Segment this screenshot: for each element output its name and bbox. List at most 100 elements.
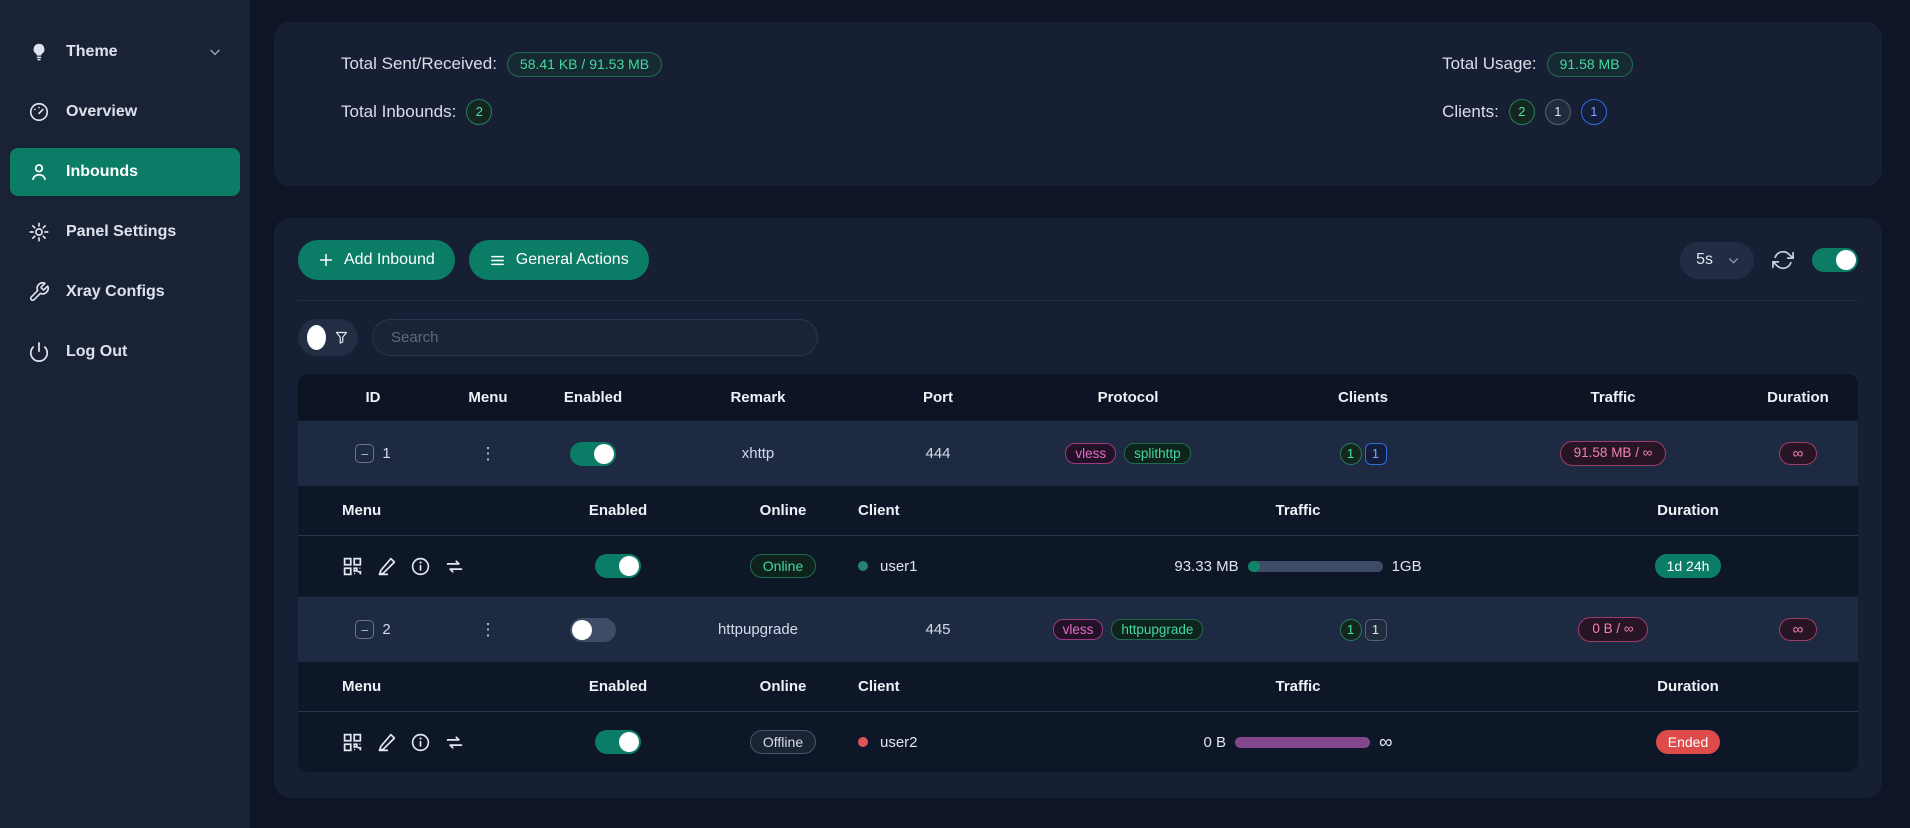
funnel-icon <box>334 330 349 345</box>
traffic-used: 0 B <box>1203 734 1226 751</box>
filter-toggle[interactable] <box>298 319 358 356</box>
search-row <box>298 319 1858 356</box>
inbound-traffic-badge: 91.58 MB / ∞ <box>1560 441 1667 466</box>
client-row-user2: Offline user2 0 B ∞ Ended <box>298 712 1858 772</box>
clients-badge-gray: 1 <box>1545 99 1571 125</box>
inbound-row-2[interactable]: − 2 ⋮ httpupgrade 445 vless httpupgrade … <box>298 596 1858 662</box>
transport-tag: splithttp <box>1124 443 1191 464</box>
online-status-badge: Online <box>750 554 816 578</box>
edit-icon[interactable] <box>376 732 397 753</box>
general-actions-button[interactable]: General Actions <box>469 240 649 280</box>
subheader-enabled: Enabled <box>518 502 718 519</box>
client-subtable-header-2: Menu Enabled Online Client Traffic Durat… <box>298 662 1858 712</box>
search-input[interactable] <box>372 319 818 356</box>
header-protocol: Protocol <box>1018 389 1238 406</box>
inbounds-table: ID Menu Enabled Remark Port Protocol Cli… <box>298 374 1858 772</box>
subheader-client: Client <box>848 502 1078 519</box>
header-enabled: Enabled <box>528 389 658 406</box>
stats-right-column: Total Usage: 91.58 MB Clients: 2 1 1 <box>1442 52 1632 186</box>
inbound-enabled-toggle[interactable] <box>570 618 616 642</box>
client-duration-badge: 1d 24h <box>1655 554 1722 578</box>
sidebar-item-label: Overview <box>66 103 137 121</box>
sidebar-item-log-out[interactable]: Log Out <box>10 328 240 376</box>
traffic-total: ∞ <box>1379 733 1393 752</box>
traffic-progress-bar <box>1235 737 1370 748</box>
stat-label: Clients: <box>1442 102 1499 122</box>
row-menu-icon[interactable]: ⋮ <box>480 626 497 634</box>
qrcode-icon[interactable] <box>342 732 363 753</box>
info-icon[interactable] <box>410 556 431 577</box>
qrcode-icon[interactable] <box>342 556 363 577</box>
total-sent-received: Total Sent/Received: 58.41 KB / 91.53 MB <box>341 52 662 77</box>
clients-stat: Clients: 2 1 1 <box>1442 99 1632 125</box>
bulb-icon <box>28 41 50 63</box>
reset-traffic-icon[interactable] <box>444 732 465 753</box>
protocol-tag: vless <box>1053 619 1104 640</box>
client-enabled-toggle[interactable] <box>595 730 641 754</box>
subheader-traffic: Traffic <box>1078 678 1518 695</box>
toolbar-right: 5s <box>1680 242 1858 279</box>
subheader-duration: Duration <box>1518 678 1858 695</box>
inbound-port: 445 <box>925 621 950 638</box>
client-subtable-header-1: Menu Enabled Online Client Traffic Durat… <box>298 486 1858 536</box>
refresh-interval-value: 5s <box>1696 251 1713 269</box>
traffic-progress-bar <box>1248 561 1383 572</box>
refresh-interval-select[interactable]: 5s <box>1680 242 1754 279</box>
inbound-duration-badge: ∞ <box>1779 618 1818 641</box>
transport-tag: httpupgrade <box>1111 619 1203 640</box>
subheader-menu: Menu <box>298 678 518 695</box>
sidebar-item-label: Theme <box>66 43 118 61</box>
stat-label: Total Usage: <box>1442 54 1537 74</box>
sidebar-item-label: Xray Configs <box>66 283 165 301</box>
header-duration: Duration <box>1738 389 1858 406</box>
row-menu-icon[interactable]: ⋮ <box>480 450 497 458</box>
protocol-tag: vless <box>1065 443 1116 464</box>
total-inbounds: Total Inbounds: 2 <box>341 99 662 125</box>
collapse-icon[interactable]: − <box>355 620 374 639</box>
online-status-badge: Offline <box>750 730 816 754</box>
total-usage-badge: 91.58 MB <box>1547 52 1633 77</box>
traffic-total: 1GB <box>1392 558 1422 575</box>
traffic-used: 93.33 MB <box>1174 558 1238 575</box>
info-icon[interactable] <box>410 732 431 753</box>
client-traffic: 0 B ∞ <box>1078 733 1518 752</box>
client-enabled-toggle[interactable] <box>595 554 641 578</box>
client-status-dot <box>858 737 868 747</box>
add-inbound-button[interactable]: Add Inbound <box>298 240 455 280</box>
header-id: ID <box>298 389 448 406</box>
edit-icon[interactable] <box>376 556 397 577</box>
sidebar-item-inbounds[interactable]: Inbounds <box>10 148 240 196</box>
sidebar-item-panel-settings[interactable]: Panel Settings <box>10 208 240 256</box>
total-sent-received-badge: 58.41 KB / 91.53 MB <box>507 52 662 77</box>
chevron-down-icon <box>208 45 222 59</box>
reset-traffic-icon[interactable] <box>444 556 465 577</box>
table-header-row: ID Menu Enabled Remark Port Protocol Cli… <box>298 374 1858 420</box>
sidebar-item-overview[interactable]: Overview <box>10 88 240 136</box>
subheader-client: Client <box>848 678 1078 695</box>
stat-label: Total Inbounds: <box>341 102 456 122</box>
inbound-duration-badge: ∞ <box>1779 442 1818 465</box>
add-inbound-label: Add Inbound <box>344 251 435 269</box>
header-remark: Remark <box>658 389 858 406</box>
client-count-online-badge: 1 <box>1365 619 1387 641</box>
sidebar-item-theme[interactable]: Theme <box>10 28 240 76</box>
subheader-enabled: Enabled <box>518 678 718 695</box>
auto-refresh-toggle[interactable] <box>1812 248 1858 272</box>
inbound-remark: xhttp <box>742 445 775 462</box>
chevron-down-icon <box>1727 254 1740 267</box>
collapse-icon[interactable]: − <box>355 444 374 463</box>
header-port: Port <box>858 389 1018 406</box>
gear-icon <box>28 221 50 243</box>
sidebar-item-xray-configs[interactable]: Xray Configs <box>10 268 240 316</box>
gauge-icon <box>28 101 50 123</box>
header-traffic: Traffic <box>1488 389 1738 406</box>
inbound-row-1[interactable]: − 1 ⋮ xhttp 444 vless splithttp 1 1 91 <box>298 420 1858 486</box>
inbound-port: 444 <box>925 445 950 462</box>
refresh-icon[interactable] <box>1772 249 1794 271</box>
clients-badge-green: 2 <box>1509 99 1535 125</box>
inbound-enabled-toggle[interactable] <box>570 442 616 466</box>
client-count-enabled-badge: 1 <box>1340 443 1362 465</box>
inbound-id: 2 <box>382 621 390 638</box>
sidebar-item-label: Log Out <box>66 343 127 361</box>
filter-toggle-knob <box>307 325 326 350</box>
